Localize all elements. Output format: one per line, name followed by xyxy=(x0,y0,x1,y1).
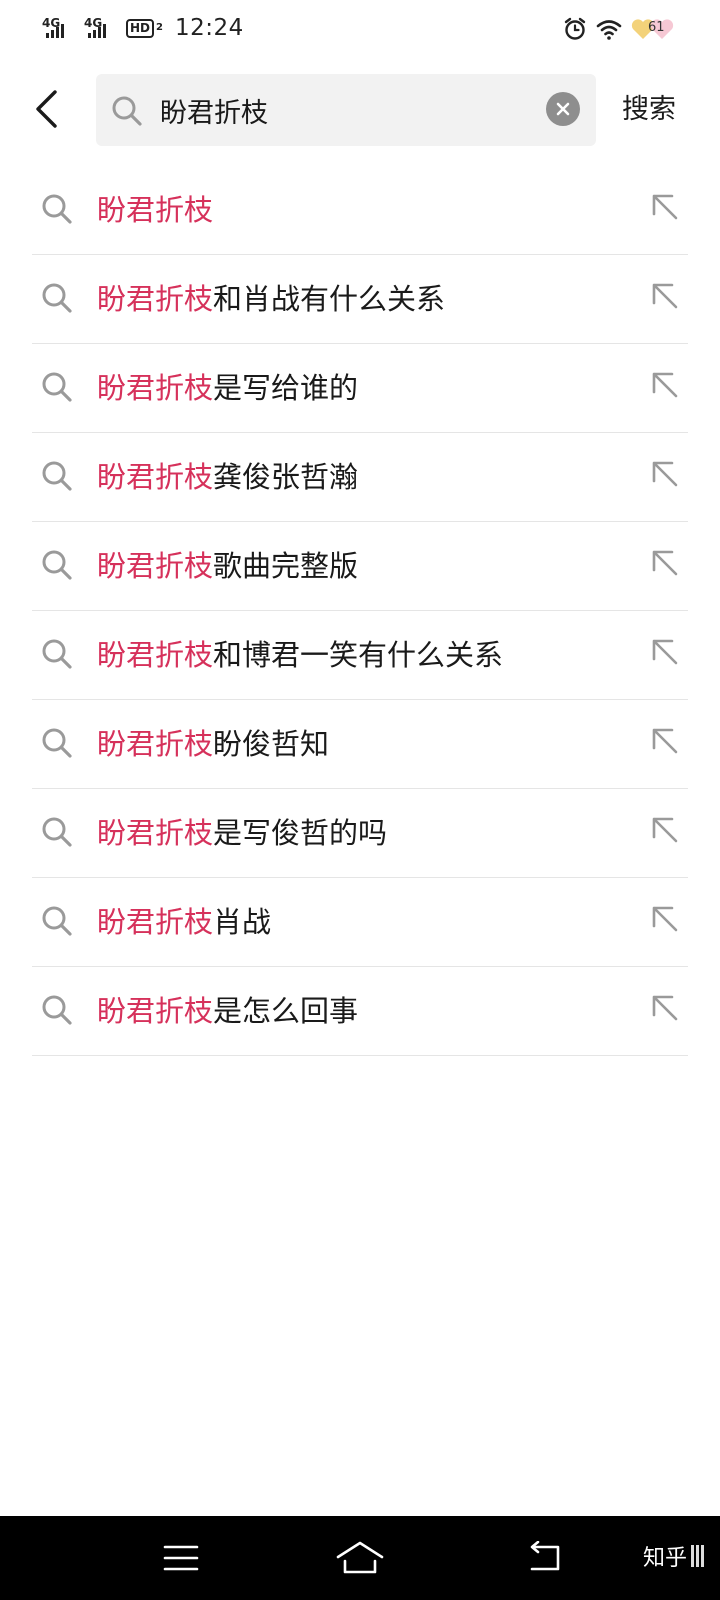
suggestion-item[interactable]: 盼君折枝盼俊哲知 xyxy=(0,700,720,789)
clear-button[interactable] xyxy=(546,92,580,126)
suggestion-text: 盼君折枝是写俊哲的吗 xyxy=(97,811,387,855)
back-button[interactable] xyxy=(26,84,66,134)
signal-2-icon: 4G xyxy=(82,14,118,42)
suggestion-highlight: 盼君折枝 xyxy=(97,460,214,494)
status-left: 4G 4G HD 2 12:24 xyxy=(40,12,244,44)
watermark: 知乎 xyxy=(643,1540,704,1572)
hd-voice-icon: HD 2 xyxy=(126,18,163,38)
suggestion-highlight: 盼君折枝 xyxy=(97,549,214,583)
suggestion-item[interactable]: 盼君折枝是怎么回事 xyxy=(0,967,720,1056)
fill-query-arrow-icon[interactable] xyxy=(648,368,682,402)
fill-query-arrow-icon[interactable] xyxy=(648,279,682,313)
suggestion-item[interactable]: 盼君折枝 xyxy=(0,166,720,255)
suggestion-highlight: 盼君折枝 xyxy=(97,371,214,405)
suggestion-text: 盼君折枝 xyxy=(97,188,213,232)
clear-icon xyxy=(556,102,570,116)
suggestion-item[interactable]: 盼君折枝龚俊张哲瀚 xyxy=(0,433,720,522)
suggestion-rest: 是写俊哲的吗 xyxy=(213,816,388,850)
home-icon xyxy=(336,1541,384,1574)
search-button[interactable]: 搜索 xyxy=(622,86,676,134)
watermark-text: 知乎 xyxy=(642,1546,687,1571)
hd-sub: 2 xyxy=(156,22,163,33)
suggestion-list: 盼君折枝 盼君折枝和肖战有什么关系 盼君折枝是写给谁的 盼君折枝龚俊张哲瀚 盼君折枝歌曲… xyxy=(0,166,720,1056)
search-icon xyxy=(42,817,72,847)
menu-button[interactable] xyxy=(156,1534,206,1582)
search-icon xyxy=(42,283,72,313)
battery-level: 61 xyxy=(648,20,665,35)
search-box[interactable] xyxy=(96,74,596,146)
fill-query-arrow-icon[interactable] xyxy=(648,635,682,669)
search-icon xyxy=(42,550,72,580)
suggestion-text: 盼君折枝是写给谁的 xyxy=(97,366,358,410)
suggestion-rest: 盼俊哲知 xyxy=(213,727,330,761)
suggestion-item[interactable]: 盼君折枝肖战 xyxy=(0,878,720,967)
nav-back-button[interactable] xyxy=(520,1534,570,1582)
fill-query-arrow-icon[interactable] xyxy=(648,724,682,758)
fill-query-arrow-icon[interactable] xyxy=(648,457,682,491)
suggestion-text: 盼君折枝和肖战有什么关系 xyxy=(97,277,445,321)
suggestion-item[interactable]: 盼君折枝和博君一笑有什么关系 xyxy=(0,611,720,700)
suggestion-rest: 和肖战有什么关系 xyxy=(213,282,446,316)
search-icon xyxy=(42,906,72,936)
suggestion-text: 盼君折枝是怎么回事 xyxy=(97,989,358,1033)
suggestion-text: 盼君折枝盼俊哲知 xyxy=(97,722,329,766)
suggestion-text: 盼君折枝和博君一笑有什么关系 xyxy=(97,633,503,677)
search-icon xyxy=(42,194,72,224)
search-icon xyxy=(42,372,72,402)
back-icon xyxy=(530,1541,560,1571)
hd-label: HD xyxy=(126,18,155,38)
suggestion-highlight: 盼君折枝 xyxy=(97,282,214,316)
fill-query-arrow-icon[interactable] xyxy=(648,813,682,847)
search-header: 搜索 xyxy=(0,56,720,166)
search-icon xyxy=(42,995,72,1025)
back-arrow-icon xyxy=(36,90,57,128)
suggestion-highlight: 盼君折枝 xyxy=(97,638,214,672)
suggestion-highlight: 盼君折枝 xyxy=(97,905,214,939)
battery-icon: 61 xyxy=(630,16,680,42)
suggestion-rest: 是写给谁的 xyxy=(213,371,359,405)
suggestion-highlight: 盼君折枝 xyxy=(97,193,214,227)
search-icon xyxy=(42,461,72,491)
signal-1-icon: 4G xyxy=(40,14,76,42)
menu-icon xyxy=(163,1545,199,1571)
suggestion-highlight: 盼君折枝 xyxy=(97,816,214,850)
home-button[interactable] xyxy=(335,1534,385,1582)
clock: 12:24 xyxy=(174,15,244,41)
suggestion-rest: 是怎么回事 xyxy=(213,994,359,1028)
alarm-icon xyxy=(564,17,586,40)
fill-query-arrow-icon[interactable] xyxy=(648,902,682,936)
suggestion-rest: 和博君一笑有什么关系 xyxy=(213,638,504,672)
fill-query-arrow-icon[interactable] xyxy=(648,190,682,224)
suggestion-highlight: 盼君折枝 xyxy=(97,994,214,1028)
status-bar: 4G 4G HD 2 12:24 61 xyxy=(0,0,720,56)
suggestion-rest: 肖战 xyxy=(213,905,272,939)
suggestion-item[interactable]: 盼君折枝是写俊哲的吗 xyxy=(0,789,720,878)
wifi-icon xyxy=(596,20,622,40)
suggestion-rest: 歌曲完整版 xyxy=(213,549,359,583)
suggestion-item[interactable]: 盼君折枝歌曲完整版 xyxy=(0,522,720,611)
search-icon xyxy=(42,639,72,669)
watermark-mark-icon xyxy=(691,1545,704,1567)
suggestion-rest: 龚俊张哲瀚 xyxy=(213,460,359,494)
navigation-bar: 知乎 xyxy=(0,1516,720,1600)
search-icon xyxy=(112,96,142,126)
suggestion-text: 盼君折枝肖战 xyxy=(97,900,271,944)
suggestion-highlight: 盼君折枝 xyxy=(97,727,214,761)
divider xyxy=(32,1055,688,1056)
suggestion-text: 盼君折枝歌曲完整版 xyxy=(97,544,358,588)
search-input[interactable] xyxy=(160,88,520,132)
suggestion-item[interactable]: 盼君折枝和肖战有什么关系 xyxy=(0,255,720,344)
fill-query-arrow-icon[interactable] xyxy=(648,991,682,1025)
search-icon xyxy=(42,728,72,758)
suggestion-item[interactable]: 盼君折枝是写给谁的 xyxy=(0,344,720,433)
status-right: 61 xyxy=(562,14,680,44)
fill-query-arrow-icon[interactable] xyxy=(648,546,682,580)
suggestion-text: 盼君折枝龚俊张哲瀚 xyxy=(97,455,358,499)
